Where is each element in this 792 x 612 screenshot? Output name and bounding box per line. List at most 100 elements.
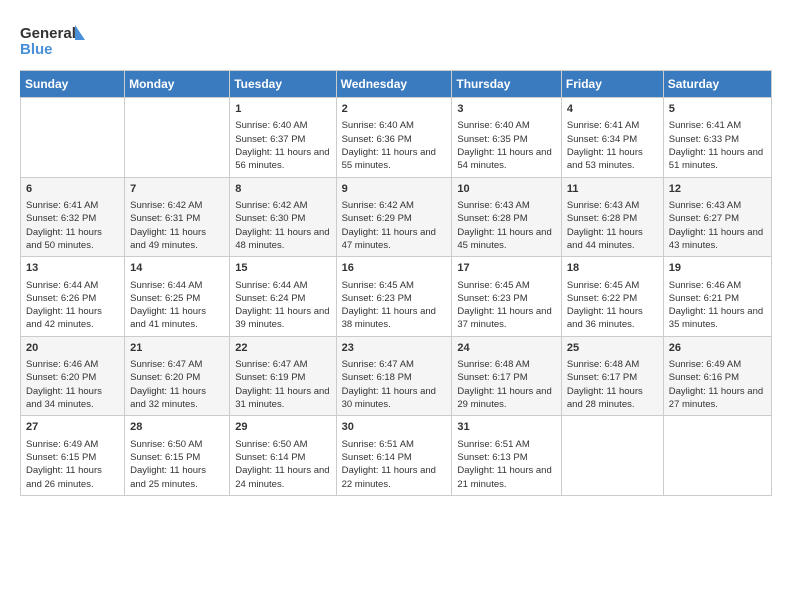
calendar-cell: 27 Sunrise: 6:49 AM Sunset: 6:15 PM Dayli… [21,416,125,496]
calendar-cell: 3 Sunrise: 6:40 AM Sunset: 6:35 PM Daylig… [452,98,562,178]
calendar-cell [663,416,771,496]
day-info: Sunrise: 6:42 AM Sunset: 6:30 PM Dayligh… [235,199,330,252]
calendar-cell [561,416,663,496]
calendar-cell: 4 Sunrise: 6:41 AM Sunset: 6:34 PM Daylig… [561,98,663,178]
day-info: Sunrise: 6:43 AM Sunset: 6:27 PM Dayligh… [669,199,766,252]
day-number: 10 [457,182,556,197]
page-header: GeneralBlue [20,20,772,60]
day-number: 19 [669,261,766,276]
calendar-cell: 1 Sunrise: 6:40 AM Sunset: 6:37 PM Daylig… [230,98,336,178]
calendar-cell: 17Sunrise: 6:45 AM Sunset: 6:23 PM Dayli… [452,257,562,337]
day-number: 23 [342,341,447,356]
day-number: 8 [235,182,330,197]
calendar-cell: 8 Sunrise: 6:42 AM Sunset: 6:30 PM Daylig… [230,177,336,257]
day-info: Sunrise: 6:48 AM Sunset: 6:17 PM Dayligh… [457,358,556,411]
day-info: Sunrise: 6:41 AM Sunset: 6:32 PM Dayligh… [26,199,119,252]
day-number: 14 [130,261,224,276]
calendar-cell: 29Sunrise: 6:50 AM Sunset: 6:14 PM Dayli… [230,416,336,496]
day-number: 24 [457,341,556,356]
weekday-header-cell: Friday [561,71,663,98]
calendar-cell: 30 Sunrise: 6:51 AM Sunset: 6:14 PM Dayli… [336,416,452,496]
day-number: 30 [342,420,447,435]
calendar-cell: 9 Sunrise: 6:42 AM Sunset: 6:29 PM Daylig… [336,177,452,257]
logo: GeneralBlue [20,20,90,60]
calendar-cell: 16 Sunrise: 6:45 AM Sunset: 6:23 PM Dayli… [336,257,452,337]
day-number: 1 [235,102,330,117]
day-info: Sunrise: 6:41 AM Sunset: 6:34 PM Dayligh… [567,119,658,172]
calendar-cell [21,98,125,178]
day-number: 4 [567,102,658,117]
calendar-week-row: 27 Sunrise: 6:49 AM Sunset: 6:15 PM Dayli… [21,416,772,496]
day-number: 2 [342,102,447,117]
day-info: Sunrise: 6:44 AM Sunset: 6:24 PM Dayligh… [235,279,330,332]
day-info: Sunrise: 6:46 AM Sunset: 6:20 PM Dayligh… [26,358,119,411]
weekday-header-cell: Sunday [21,71,125,98]
day-number: 5 [669,102,766,117]
calendar-cell: 10 Sunrise: 6:43 AM Sunset: 6:28 PM Dayli… [452,177,562,257]
calendar-cell: 14Sunrise: 6:44 AM Sunset: 6:25 PM Dayli… [125,257,230,337]
weekday-header-cell: Saturday [663,71,771,98]
day-number: 21 [130,341,224,356]
calendar-cell: 22 Sunrise: 6:47 AM Sunset: 6:19 PM Dayli… [230,336,336,416]
day-number: 7 [130,182,224,197]
calendar-cell: 2 Sunrise: 6:40 AM Sunset: 6:36 PM Daylig… [336,98,452,178]
day-number: 27 [26,420,119,435]
day-info: Sunrise: 6:42 AM Sunset: 6:31 PM Dayligh… [130,199,224,252]
day-info: Sunrise: 6:43 AM Sunset: 6:28 PM Dayligh… [567,199,658,252]
day-info: Sunrise: 6:47 AM Sunset: 6:19 PM Dayligh… [235,358,330,411]
calendar-cell: 23 Sunrise: 6:47 AM Sunset: 6:18 PM Dayli… [336,336,452,416]
day-info: Sunrise: 6:40 AM Sunset: 6:37 PM Dayligh… [235,119,330,172]
day-number: 16 [342,261,447,276]
day-number: 29 [235,420,330,435]
calendar-cell: 31Sunrise: 6:51 AM Sunset: 6:13 PM Dayli… [452,416,562,496]
day-number: 3 [457,102,556,117]
calendar-body: 1 Sunrise: 6:40 AM Sunset: 6:37 PM Daylig… [21,98,772,496]
day-info: Sunrise: 6:51 AM Sunset: 6:14 PM Dayligh… [342,438,447,491]
day-info: Sunrise: 6:40 AM Sunset: 6:36 PM Dayligh… [342,119,447,172]
calendar-cell: 24 Sunrise: 6:48 AM Sunset: 6:17 PM Dayli… [452,336,562,416]
calendar-cell: 20 Sunrise: 6:46 AM Sunset: 6:20 PM Dayli… [21,336,125,416]
calendar-week-row: 20 Sunrise: 6:46 AM Sunset: 6:20 PM Dayli… [21,336,772,416]
logo-svg: GeneralBlue [20,20,90,60]
calendar-week-row: 13 Sunrise: 6:44 AM Sunset: 6:26 PM Dayli… [21,257,772,337]
day-info: Sunrise: 6:40 AM Sunset: 6:35 PM Dayligh… [457,119,556,172]
day-info: Sunrise: 6:46 AM Sunset: 6:21 PM Dayligh… [669,279,766,332]
day-number: 17 [457,261,556,276]
day-info: Sunrise: 6:43 AM Sunset: 6:28 PM Dayligh… [457,199,556,252]
day-number: 6 [26,182,119,197]
day-number: 9 [342,182,447,197]
day-info: Sunrise: 6:47 AM Sunset: 6:18 PM Dayligh… [342,358,447,411]
calendar-cell: 25 Sunrise: 6:48 AM Sunset: 6:17 PM Dayli… [561,336,663,416]
calendar-cell: 6 Sunrise: 6:41 AM Sunset: 6:32 PM Daylig… [21,177,125,257]
calendar-cell: 18 Sunrise: 6:45 AM Sunset: 6:22 PM Dayli… [561,257,663,337]
day-number: 18 [567,261,658,276]
day-number: 11 [567,182,658,197]
svg-text:Blue: Blue [20,41,53,58]
day-number: 25 [567,341,658,356]
calendar-cell [125,98,230,178]
day-number: 28 [130,420,224,435]
day-number: 20 [26,341,119,356]
day-number: 26 [669,341,766,356]
calendar-cell: 15Sunrise: 6:44 AM Sunset: 6:24 PM Dayli… [230,257,336,337]
day-number: 31 [457,420,556,435]
day-info: Sunrise: 6:49 AM Sunset: 6:15 PM Dayligh… [26,438,119,491]
day-info: Sunrise: 6:50 AM Sunset: 6:15 PM Dayligh… [130,438,224,491]
day-info: Sunrise: 6:45 AM Sunset: 6:23 PM Dayligh… [342,279,447,332]
day-info: Sunrise: 6:48 AM Sunset: 6:17 PM Dayligh… [567,358,658,411]
svg-text:General: General [20,25,76,42]
calendar-cell: 7 Sunrise: 6:42 AM Sunset: 6:31 PM Daylig… [125,177,230,257]
day-info: Sunrise: 6:42 AM Sunset: 6:29 PM Dayligh… [342,199,447,252]
weekday-header-cell: Tuesday [230,71,336,98]
day-info: Sunrise: 6:45 AM Sunset: 6:22 PM Dayligh… [567,279,658,332]
calendar-table: SundayMondayTuesdayWednesdayThursdayFrid… [20,70,772,496]
day-number: 22 [235,341,330,356]
weekday-header-cell: Wednesday [336,71,452,98]
calendar-cell: 13 Sunrise: 6:44 AM Sunset: 6:26 PM Dayli… [21,257,125,337]
calendar-week-row: 6 Sunrise: 6:41 AM Sunset: 6:32 PM Daylig… [21,177,772,257]
weekday-header-cell: Thursday [452,71,562,98]
day-info: Sunrise: 6:44 AM Sunset: 6:26 PM Dayligh… [26,279,119,332]
day-info: Sunrise: 6:49 AM Sunset: 6:16 PM Dayligh… [669,358,766,411]
weekday-header-row: SundayMondayTuesdayWednesdayThursdayFrid… [21,71,772,98]
day-number: 13 [26,261,119,276]
